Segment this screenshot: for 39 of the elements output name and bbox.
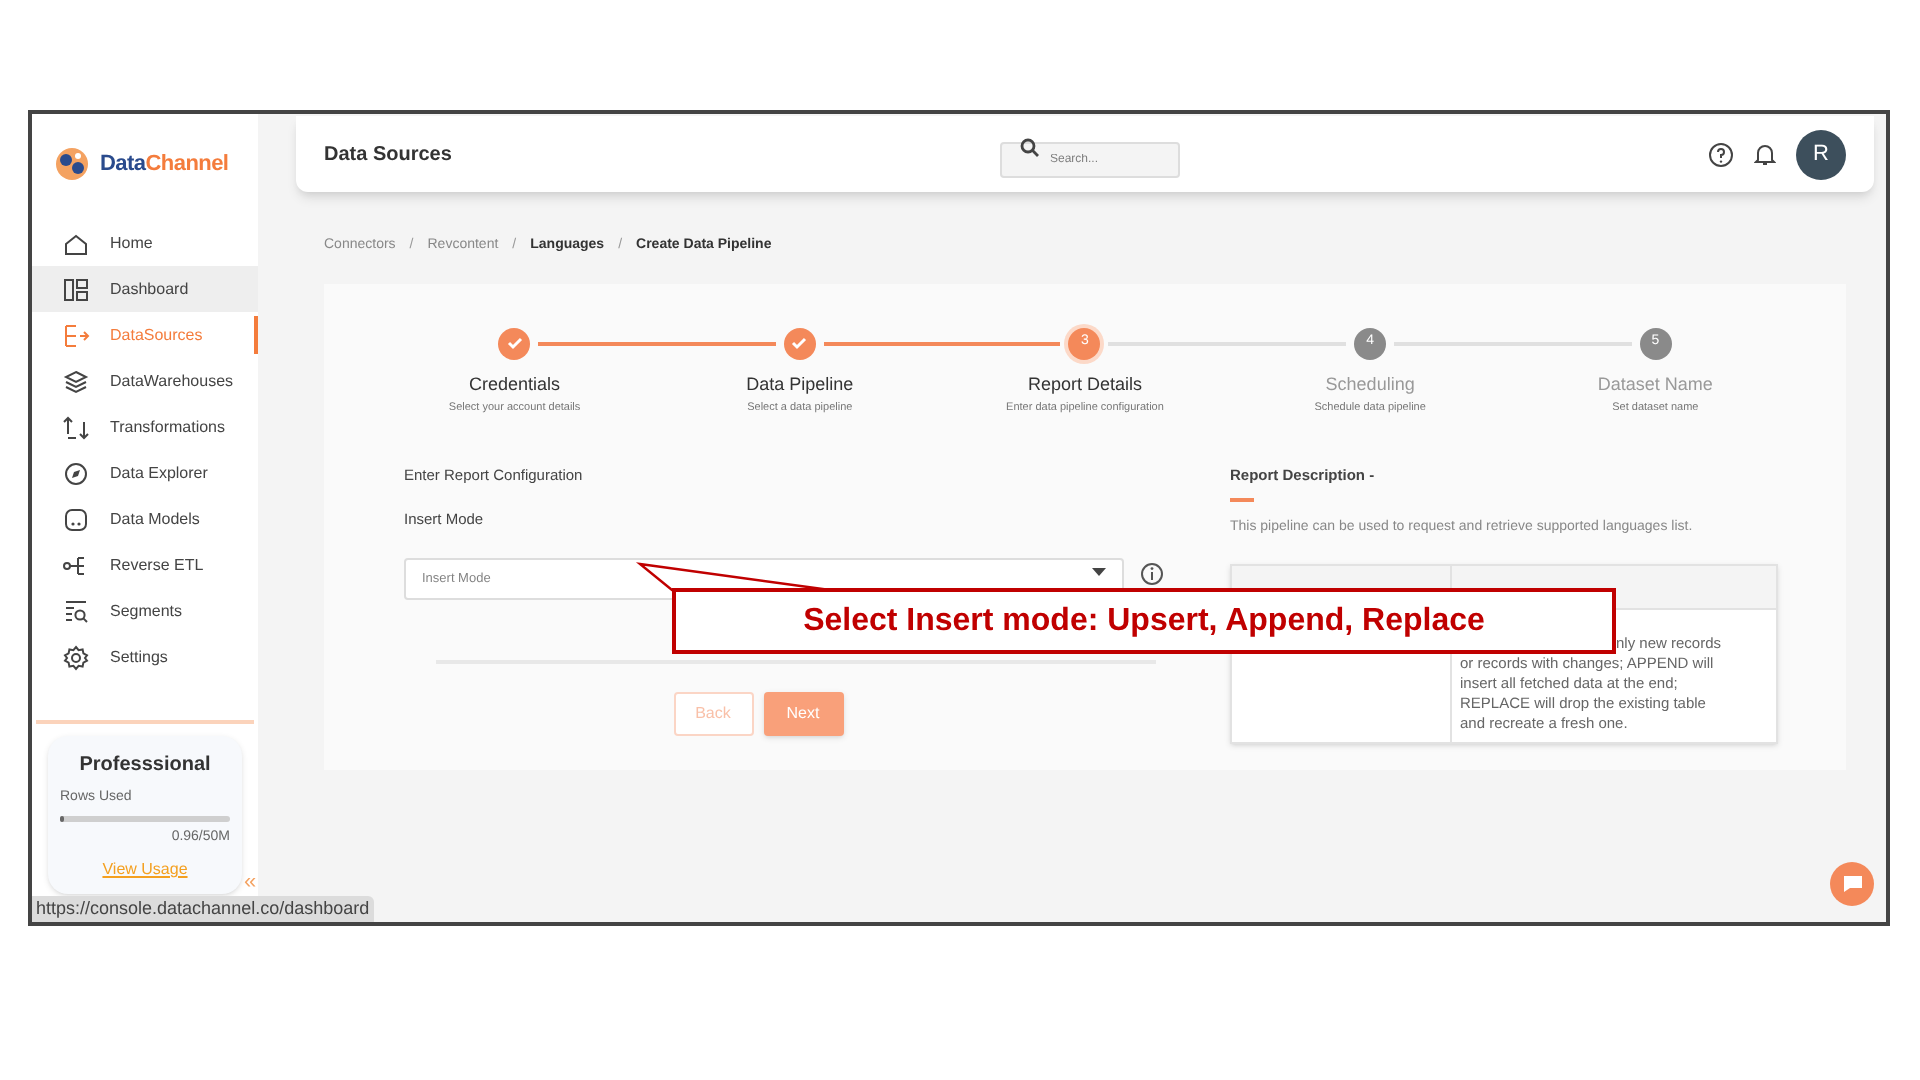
avatar[interactable]: R bbox=[1796, 129, 1846, 179]
step-title: Dataset Name bbox=[1597, 371, 1713, 397]
plan-title: Professsional bbox=[77, 752, 213, 780]
info-icon[interactable] bbox=[1140, 562, 1164, 587]
step-title: Data Pipeline bbox=[746, 371, 854, 398]
search-icon bbox=[1020, 138, 1040, 158]
sidebar-item[interactable]: Home bbox=[32, 220, 258, 266]
step-title: Credentials bbox=[469, 371, 561, 397]
logo-text: DataChannel bbox=[100, 149, 229, 180]
swap-icon bbox=[62, 413, 90, 441]
sidebar-item[interactable]: DataWarehouses bbox=[32, 358, 258, 404]
step-title: Scheduling bbox=[1325, 371, 1415, 398]
box-icon bbox=[62, 505, 90, 533]
help-icon[interactable] bbox=[1708, 141, 1734, 167]
sidebar-item[interactable]: Data Models bbox=[32, 496, 258, 542]
logo-icon bbox=[52, 144, 92, 184]
sidebar-item[interactable]: Segments bbox=[32, 588, 258, 634]
sidebar-item[interactable]: Transformations bbox=[32, 404, 258, 450]
tree-icon bbox=[62, 551, 90, 579]
caret-icon bbox=[1092, 567, 1106, 576]
callout-tooltip: Select Insert mode: Upsert, Append, Replace bbox=[672, 588, 1616, 654]
gear-icon bbox=[62, 643, 90, 671]
list-search-icon bbox=[62, 597, 90, 625]
chat-bubble-icon bbox=[1841, 874, 1863, 894]
status-url: https://console.datachannel.co/dashboard bbox=[32, 896, 374, 922]
check-icon bbox=[505, 334, 524, 352]
bell-icon[interactable] bbox=[1754, 142, 1776, 166]
step-title: Report Details bbox=[1027, 371, 1142, 398]
sidebar-item[interactable]: Dashboard bbox=[32, 266, 258, 312]
layers-icon bbox=[62, 367, 90, 395]
page-title: Data Sources bbox=[324, 141, 454, 169]
bracket-arrow-icon bbox=[62, 321, 90, 349]
compass-icon bbox=[62, 459, 90, 487]
house-icon bbox=[62, 229, 90, 257]
sidebar-item[interactable]: Settings bbox=[32, 634, 258, 680]
grid-icon bbox=[62, 275, 90, 303]
sidebar-item[interactable]: Data Explorer bbox=[32, 450, 258, 496]
sidebar-item[interactable]: Reverse ETL bbox=[32, 542, 258, 588]
check-icon bbox=[790, 334, 809, 352]
